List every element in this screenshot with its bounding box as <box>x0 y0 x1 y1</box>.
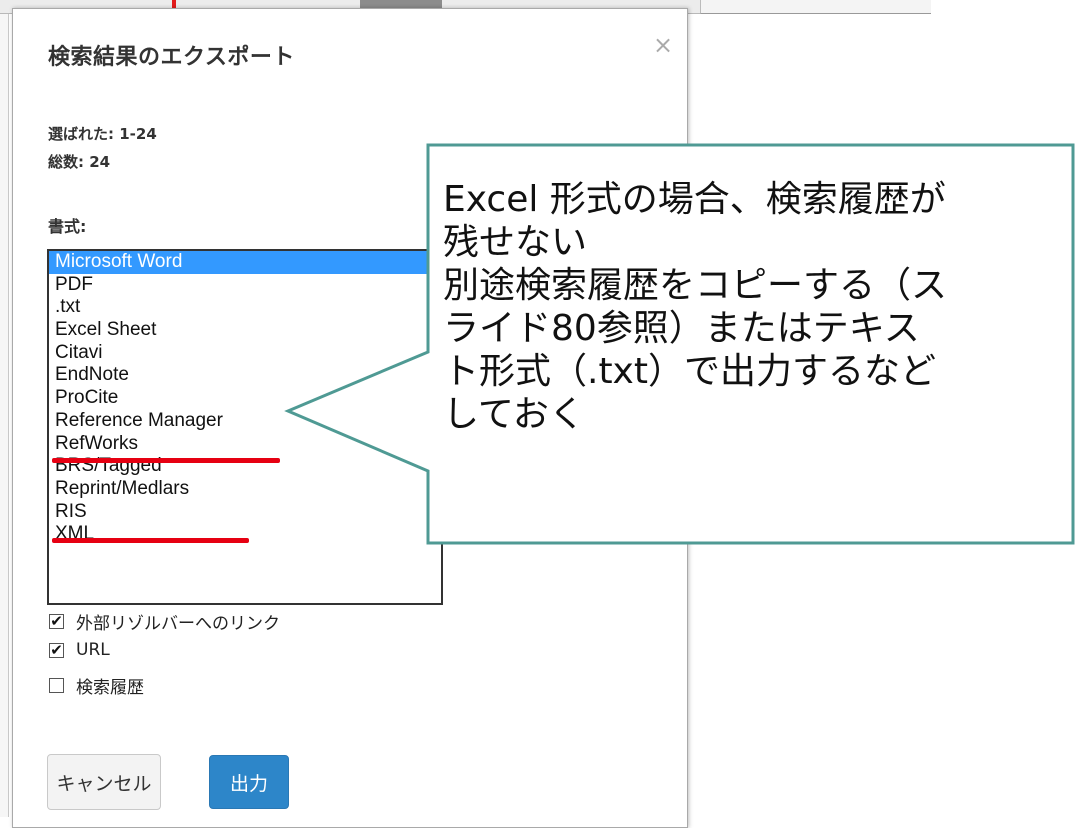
callout-text: Excel 形式の場合、検索履歴が 残せない 別途検索履歴をコピーする（ス ライ… <box>443 178 1068 436</box>
callout-line: ライド80参照）またはテキス <box>443 308 920 349</box>
format-option-txt[interactable]: .txt <box>49 296 441 319</box>
format-label: 書式: <box>48 217 87 236</box>
format-listbox[interactable]: Microsoft Word PDF .txt Excel Sheet Cita… <box>47 249 443 605</box>
format-option-microsoft-word[interactable]: Microsoft Word <box>49 251 441 274</box>
checkbox-url[interactable]: ✔ <box>49 642 64 658</box>
close-icon[interactable]: × <box>653 31 673 59</box>
underline-reprint-medlars <box>52 538 249 543</box>
underline-reference-manager <box>52 458 280 463</box>
callout-line: Excel 形式の場合、検索履歴が <box>443 179 946 220</box>
callout-line: ト形式（.txt）で出力するなど <box>443 351 936 392</box>
format-option-procite[interactable]: ProCite <box>49 387 441 410</box>
callout-line: 残せない <box>443 222 588 263</box>
background-page-edge <box>0 14 9 817</box>
callout-line: しておく <box>443 394 585 435</box>
option-resolver-link[interactable]: ✔ 外部リゾルバーへのリンク <box>49 609 280 634</box>
format-option-pdf[interactable]: PDF <box>49 274 441 297</box>
export-button[interactable]: 出力 <box>209 755 289 809</box>
checkbox-search-history[interactable] <box>49 678 64 693</box>
background-panel-edge <box>700 0 931 14</box>
dialog-title: 検索結果のエクスポート <box>48 45 295 70</box>
option-url-label: URL <box>76 640 110 660</box>
format-option-citavi[interactable]: Citavi <box>49 342 441 365</box>
format-option-ris[interactable]: RIS <box>49 501 441 524</box>
format-option-endnote[interactable]: EndNote <box>49 364 441 387</box>
option-resolver-link-label: 外部リゾルバーへのリンク <box>76 614 280 634</box>
format-option-refworks[interactable]: RefWorks <box>49 433 441 456</box>
selected-count: 選ばれた: 1-24 <box>48 125 157 143</box>
callout-line: 別途検索履歴をコピーする（ス <box>443 265 948 306</box>
format-option-excel-sheet[interactable]: Excel Sheet <box>49 319 441 342</box>
format-option-reprint-medlars[interactable]: Reprint/Medlars <box>49 478 441 501</box>
option-url[interactable]: ✔ URL <box>49 640 110 660</box>
option-search-history-label: 検索履歴 <box>76 678 144 698</box>
total-count: 総数: 24 <box>48 153 111 171</box>
option-search-history[interactable]: 検索履歴 <box>49 673 144 698</box>
checkbox-resolver-link[interactable]: ✔ <box>49 614 64 629</box>
format-option-reference-manager[interactable]: Reference Manager <box>49 410 441 433</box>
cancel-button[interactable]: キャンセル <box>47 754 161 810</box>
